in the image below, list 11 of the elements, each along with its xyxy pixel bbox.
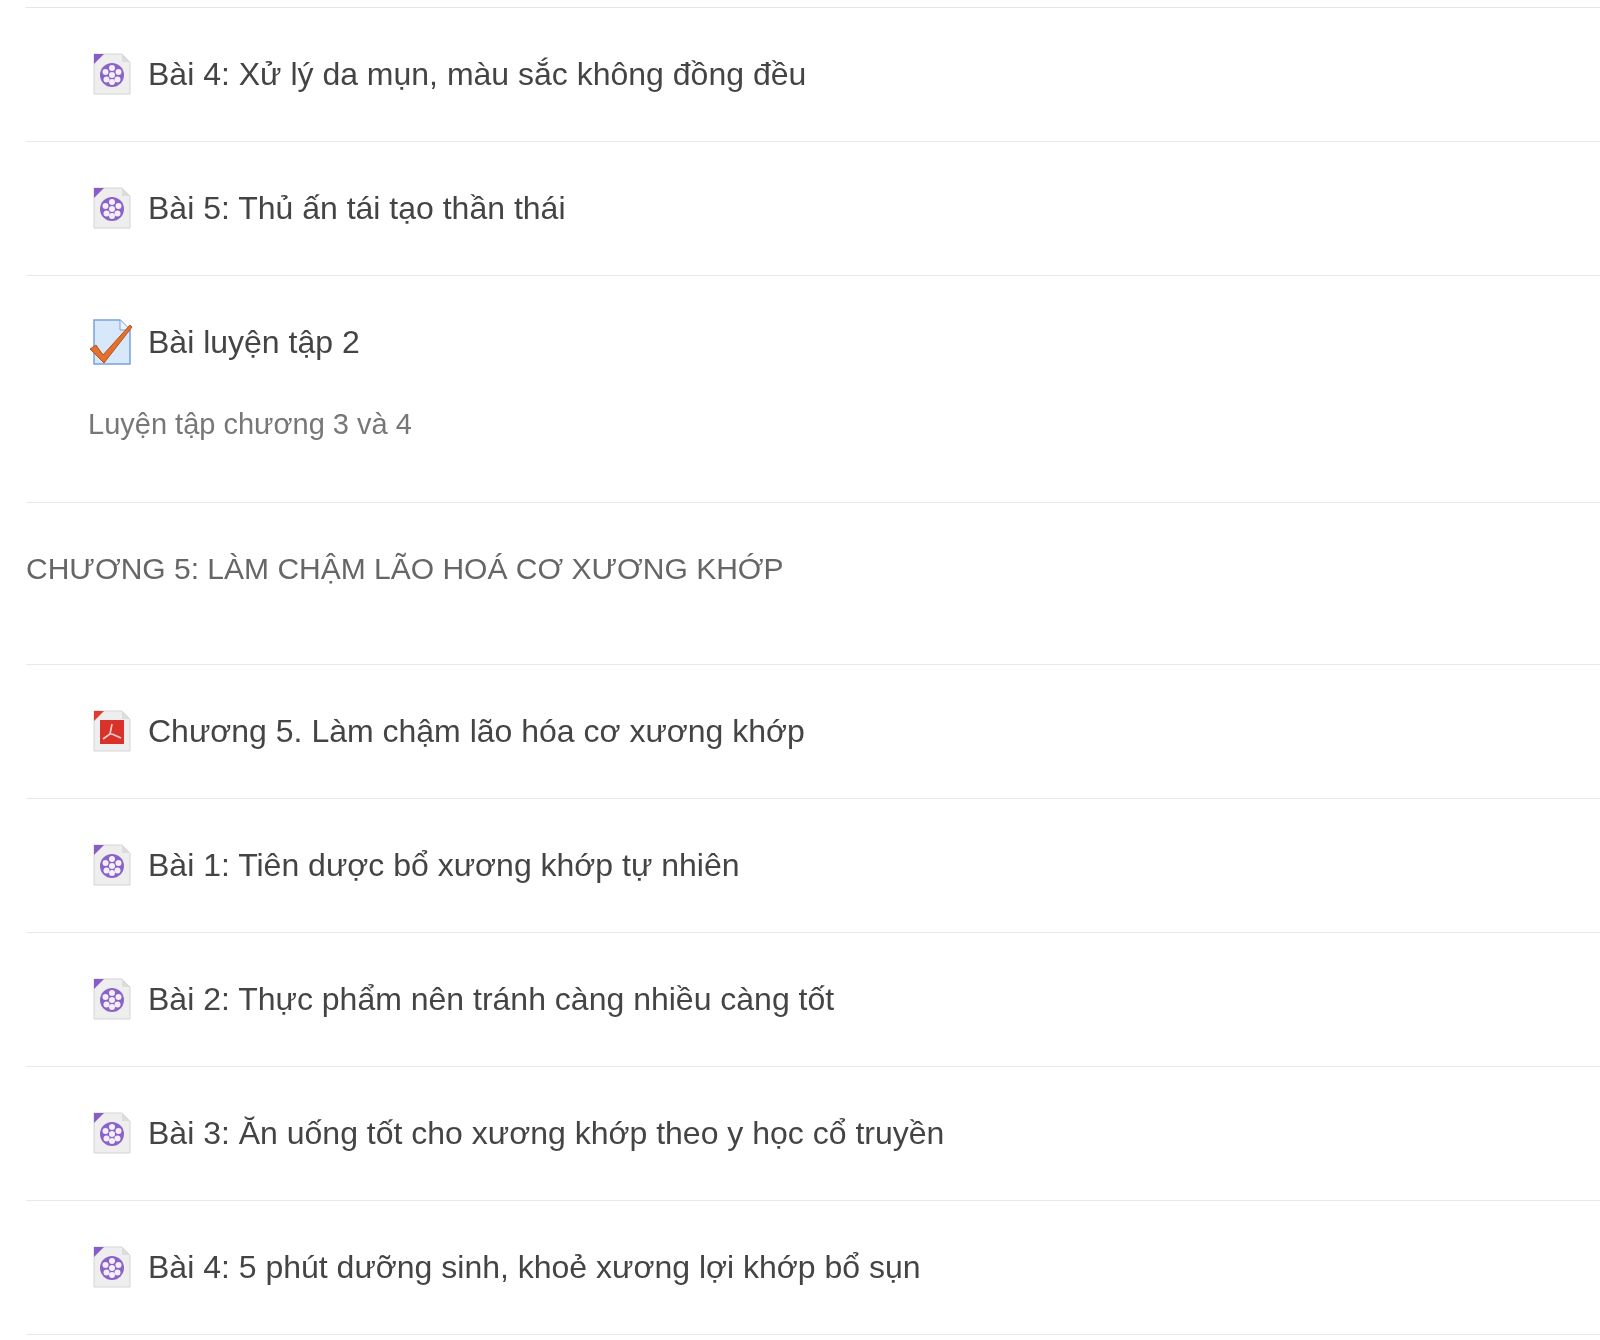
activity-link[interactable]: Bài 1: Tiên dược bổ xương khớp tự nhiên: [148, 842, 740, 888]
checked-document-icon: [88, 319, 134, 365]
activity-link[interactable]: Bài 3: Ăn uống tốt cho xương khớp theo y học cổ truyền: [148, 1110, 945, 1156]
section-heading: CHƯƠNG 5: LÀM CHẬM LÃO HOÁ CƠ XƯƠNG KHỚP: [26, 551, 785, 587]
activity-link[interactable]: Chương 5. Làm chậm lão hóa cơ xương khớp: [148, 708, 805, 754]
activity-link[interactable]: Bài 2: Thực phẩm nên tránh càng nhiều càng tốt: [148, 976, 835, 1022]
activity-link[interactable]: Bài 5: Thủ ấn tái tạo thần thái: [148, 185, 566, 231]
activity-description: Luyện tập chương 3 và 4: [88, 407, 413, 442]
activity-link[interactable]: Bài luyện tập 2: [148, 319, 360, 365]
activity-link[interactable]: Bài 4: 5 phút dưỡng sinh, khoẻ xương lợi khớp bổ sụn: [148, 1244, 921, 1290]
activity-link[interactable]: Bài 4: Xử lý da mụn, màu sắc không đồng đều: [148, 51, 807, 97]
